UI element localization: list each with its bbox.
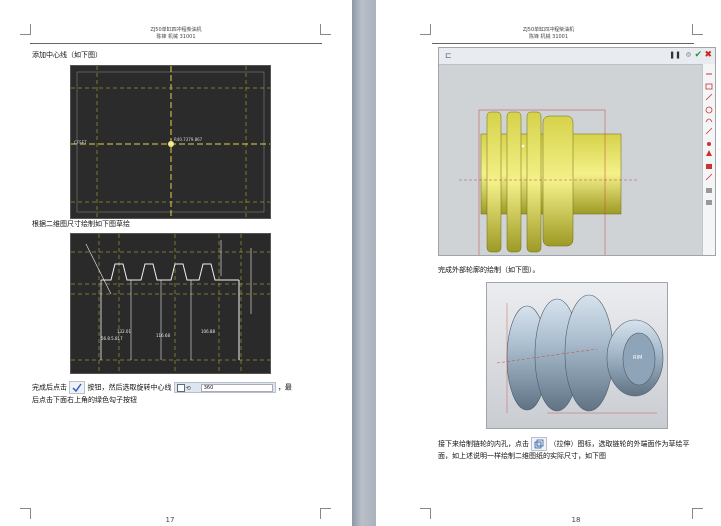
running-header-author: 陈锋 机械 31001 — [156, 34, 196, 40]
cancel-x-icon: ✖ — [704, 50, 712, 60]
page-gutter — [352, 0, 376, 526]
extrude-icon — [531, 437, 548, 451]
preview-icon: ◎ — [685, 51, 691, 58]
paragraph-extrude-hole: 接下来给制链轮的内孔，点击 （拉伸）图标，选取链轮的外端面作为草绘平 — [438, 437, 721, 451]
feature-dashboard: ⊏ ❚❚ ◎ ✔ ✖ — [439, 48, 715, 65]
sketch-centerline-screenshot: R40.7379.867 CFSET — [70, 65, 271, 219]
angle-value-field: 360 — [200, 384, 273, 392]
revolve-toolbar-image: ⟲ 360 — [173, 382, 276, 393]
corner-mark — [20, 508, 31, 519]
pulley-shaded-screenshot: RIM — [486, 282, 668, 429]
header-rule — [30, 43, 322, 44]
pause-icon: ❚❚ — [669, 51, 681, 59]
text-fragment: ，最 — [277, 383, 292, 392]
right-tool-palette — [702, 64, 715, 255]
offset-label: CFSET — [74, 140, 87, 145]
page-number: 17 — [165, 516, 175, 524]
paragraph-line: 后点击下面右上角的绿色勾子按钮 — [32, 396, 137, 404]
text-fragment: 接下来给制链轮的内孔，点击 — [438, 440, 529, 448]
running-header-title: ZJ50单缸四冲程柴油机 — [522, 27, 575, 33]
dimension-label: 106.88 — [201, 329, 215, 334]
checkmark-icon — [69, 381, 86, 394]
sketch-centerline-svg — [71, 66, 270, 218]
dashboard-icon: ⊏ — [445, 51, 452, 60]
document-page-left: ZJ50单缸四冲程柴油机 陈锋 机械 31001 添加中心线（如下图） R40.… — [0, 0, 352, 526]
corner-mark — [320, 508, 331, 519]
paragraph-outline-done: 完成外部轮廓的绘制（如下图）。 — [438, 266, 540, 274]
dimension-label: R40.7379.867 — [174, 137, 203, 142]
page-number: 18 — [571, 516, 581, 524]
paragraph-add-centerline: 添加中心线（如下图） — [32, 51, 102, 59]
toolbar-rotate-icon: ⟲ — [185, 385, 191, 392]
running-header-author: 陈锋 机械 31001 — [528, 34, 569, 40]
corner-mark — [692, 508, 703, 519]
sketch-profile-screenshot: 132.01 56.8.5.817 116.68 106.88 — [70, 233, 271, 374]
pulley-wireframe-svg — [459, 109, 639, 255]
revolve-preview-screenshot: ⊏ ❚❚ ◎ ✔ ✖ — [438, 47, 716, 256]
tool-palette-icons — [705, 73, 713, 205]
confirm-check-icon: ✔ — [694, 50, 702, 60]
paragraph-draw-sketch: 根据二维图尺寸绘制如下图草绘 — [32, 220, 130, 228]
dimension-label: 132.01 — [117, 329, 131, 334]
model-label: RIM — [633, 355, 643, 361]
document-page-right: ZJ50单缸四冲程柴油机 陈锋 机械 31001 ⊏ ❚❚ ◎ ✔ ✖ 完成外部… — [376, 0, 721, 526]
text-fragment: （拉伸）图标，选取链轮的外端面作为草绘平 — [549, 440, 690, 448]
dimension-label: 56.8.5.817 — [101, 336, 123, 341]
running-header-title: ZJ50单缸四冲程柴油机 — [150, 27, 202, 33]
paragraph-line: 面，如上述说明一样绘制二维图纸的实际尺寸，如下图 — [438, 452, 606, 460]
sketch-profile-svg — [71, 234, 270, 373]
text-fragment: 按钮，然后选取旋转中心线 — [87, 383, 172, 392]
corner-mark — [420, 508, 431, 519]
paragraph-complete-rotation: 完成后点击 按钮，然后选取旋转中心线 ⟲ 360 ，最 — [32, 381, 322, 394]
header-rule — [432, 43, 694, 44]
dimension-label: 116.68 — [156, 333, 170, 338]
toolbar-box-icon — [176, 384, 185, 392]
text-fragment: 完成后点击 — [32, 383, 67, 392]
